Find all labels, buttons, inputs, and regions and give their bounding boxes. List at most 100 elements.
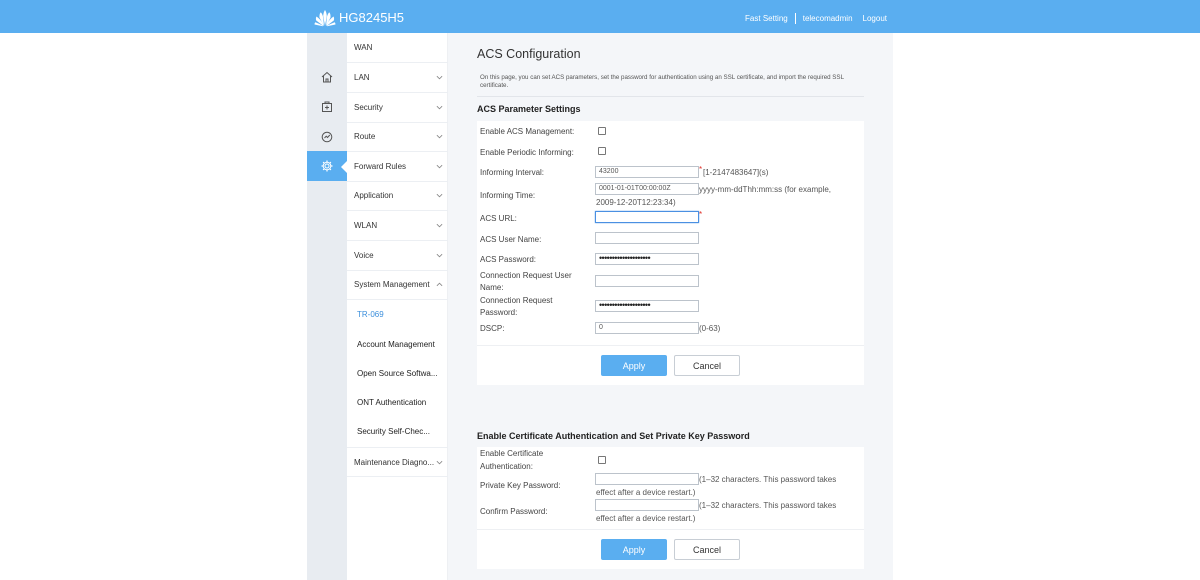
nav-sub-label: Account Management	[357, 340, 435, 349]
rail-home[interactable]	[307, 62, 347, 92]
nav-item-forward-rules[interactable]: Forward Rules	[347, 152, 448, 182]
chevron-down-icon	[436, 253, 443, 258]
gauge-icon	[321, 131, 333, 143]
nav-label: Voice	[354, 251, 374, 260]
gear-icon	[321, 160, 333, 172]
dscp-hint: (0-63)	[699, 324, 721, 333]
nav-sub-tr069[interactable]: TR-069	[347, 300, 448, 329]
fast-setting-link[interactable]: Fast Setting	[745, 14, 788, 23]
cert-enable-label-line1: Enable Certificate	[480, 449, 544, 458]
nav-sub-label: Security Self-Chec...	[357, 427, 430, 436]
informing-interval-input[interactable]: 43200	[595, 166, 699, 178]
chevron-down-icon	[436, 223, 443, 228]
conn-request-password-input[interactable]: ••••••••••••••••••••	[595, 300, 699, 312]
conn-pwd-label-line2: Password:	[480, 308, 518, 317]
acs-password-label: ACS Password:	[480, 255, 537, 264]
acs-url-label: ACS URL:	[480, 214, 517, 223]
private-key-password-input[interactable]	[595, 473, 699, 485]
nav-label: Route	[354, 132, 376, 141]
conn-pwd-label-line1: Connection Request	[480, 296, 553, 305]
key-hint-line1: (1–32 characters. This password takes	[699, 475, 837, 484]
interval-hint: [1-2147483647](s)	[703, 168, 769, 177]
enable-acs-label: Enable ACS Management:	[480, 127, 575, 136]
nav-item-wlan[interactable]: WLAN	[347, 211, 448, 241]
nav-sub-label: TR-069	[357, 310, 384, 319]
chevron-down-icon	[436, 460, 443, 465]
nav-label: Security	[354, 103, 383, 112]
nav-sub-security-self-check[interactable]: Security Self-Chec...	[347, 417, 448, 446]
time-hint-line1: yyyy-mm-ddThh:mm:ss (for example,	[699, 185, 832, 194]
required-mark: *	[699, 210, 703, 219]
conn-user-label-line1: Connection Request User	[480, 271, 572, 280]
acs-cancel-button[interactable]: Cancel	[674, 355, 740, 376]
link-divider	[794, 13, 796, 24]
cert-cancel-button[interactable]: Cancel	[674, 539, 740, 560]
acs-password-input[interactable]: ••••••••••••••••••••	[595, 253, 699, 265]
informing-time-label: Informing Time:	[480, 191, 536, 200]
cert-buttons-divider	[477, 529, 864, 530]
rail-gauge[interactable]	[307, 122, 347, 152]
nav-item-wan[interactable]: WAN	[347, 33, 448, 63]
title-divider	[477, 96, 864, 97]
nav-label: System Management	[354, 280, 430, 289]
huawei-logo-icon	[314, 10, 336, 27]
required-mark: *	[699, 165, 703, 174]
chevron-down-icon	[436, 134, 443, 139]
nav-item-lan[interactable]: LAN	[347, 63, 448, 93]
key-hint-line2: effect after a device restart.)	[596, 488, 696, 497]
informing-interval-label: Informing Interval:	[480, 168, 545, 177]
nav-item-application[interactable]: Application	[347, 181, 448, 211]
nav-sub-label: ONT Authentication	[357, 398, 427, 407]
cert-section-title: Enable Certificate Authentication and Se…	[477, 431, 750, 441]
periodic-informing-checkbox[interactable]	[598, 147, 606, 155]
nav-item-maintenance[interactable]: Maintenance Diagno...	[347, 447, 448, 477]
icon-rail	[307, 33, 347, 580]
nav-sub-ont-authentication[interactable]: ONT Authentication	[347, 388, 448, 417]
private-key-password-label: Private Key Password:	[480, 481, 561, 490]
dscp-label: DSCP:	[480, 324, 505, 333]
acs-username-input[interactable]	[595, 232, 699, 244]
nav-label: Maintenance Diagno...	[354, 457, 435, 467]
confirm-password-input[interactable]	[595, 499, 699, 511]
cert-enable-label-line2: Authentication:	[480, 462, 533, 471]
nav-sub-account-management[interactable]: Account Management	[347, 330, 448, 359]
dscp-input[interactable]: 0	[595, 322, 699, 334]
nav-item-system-management[interactable]: System Management	[347, 270, 448, 300]
rail-plus-box[interactable]	[307, 92, 347, 122]
acs-url-input[interactable]	[595, 211, 699, 223]
enable-acs-checkbox[interactable]	[598, 127, 606, 135]
page-intro: On this page, you can set ACS parameters…	[480, 74, 844, 89]
cert-auth-checkbox[interactable]	[598, 456, 606, 464]
confirm-hint-line2: effect after a device restart.)	[596, 514, 696, 523]
conn-user-label-line2: Name:	[480, 283, 504, 292]
plus-box-icon	[322, 101, 332, 112]
nav-item-route[interactable]: Route	[347, 122, 448, 152]
top-links: Fast Setting telecomadmin Logout	[745, 13, 887, 24]
nav-label: WLAN	[354, 221, 378, 230]
periodic-informing-label: Enable Periodic Informing:	[480, 148, 574, 157]
acs-section-title: ACS Parameter Settings	[477, 104, 581, 114]
nav-label: Forward Rules	[354, 162, 407, 171]
conn-request-user-input[interactable]	[595, 275, 699, 287]
chevron-down-icon	[436, 75, 443, 80]
acs-apply-button[interactable]: Apply	[601, 355, 667, 376]
nav-item-security[interactable]: Security	[347, 93, 448, 123]
home-icon	[321, 71, 333, 83]
logout-link[interactable]: Logout	[863, 14, 887, 23]
user-link[interactable]: telecomadmin	[803, 14, 853, 23]
nav-sub-label: Open Source Softwa...	[357, 369, 438, 378]
cert-apply-button[interactable]: Apply	[601, 539, 667, 560]
nav-sub-open-source[interactable]: Open Source Softwa...	[347, 359, 448, 388]
confirm-password-label: Confirm Password:	[480, 507, 548, 516]
acs-buttons-divider	[477, 345, 864, 346]
top-bar: HG8245H5 Fast Setting telecomadmin Logou…	[0, 0, 1200, 33]
nav-item-voice[interactable]: Voice	[347, 241, 448, 271]
chevron-down-icon	[436, 193, 443, 198]
sidebar-nav: WAN LAN Security Route Forward Rules App…	[347, 33, 448, 580]
chevron-down-icon	[436, 105, 443, 110]
chevron-down-icon	[436, 164, 443, 169]
acs-username-label: ACS User Name:	[480, 235, 542, 244]
confirm-hint-line1: (1–32 characters. This password takes	[699, 501, 837, 510]
nav-label: Application	[354, 191, 394, 200]
informing-time-input[interactable]: 0001-01-01T00:00:00Z	[595, 183, 699, 195]
